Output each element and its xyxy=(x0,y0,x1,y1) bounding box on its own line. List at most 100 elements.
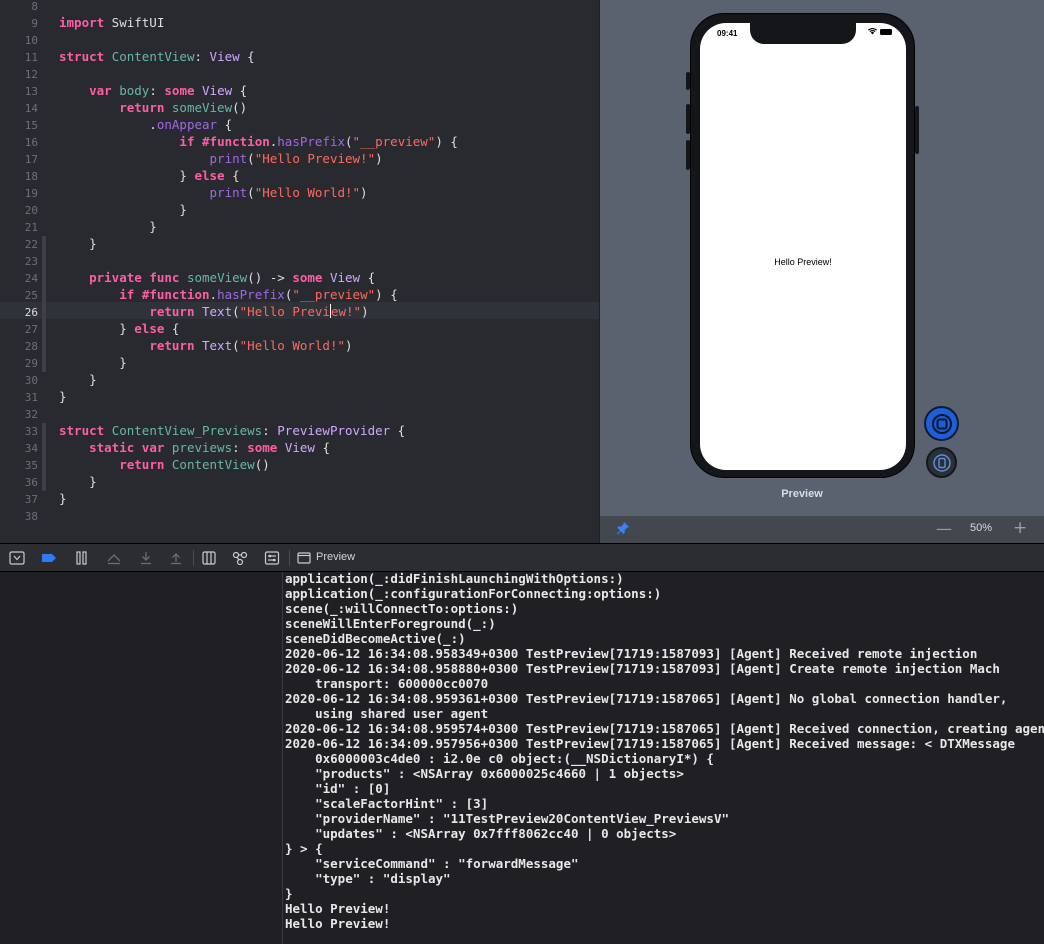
code-token: "Hello Preview!" xyxy=(254,151,376,166)
step-over-icon[interactable] xyxy=(105,549,123,567)
memory-graph-icon[interactable] xyxy=(231,549,249,567)
console-output[interactable]: application(_:didFinishLaunchingWithOpti… xyxy=(284,572,1044,944)
step-out-icon[interactable] xyxy=(167,549,185,567)
line-number: 31 xyxy=(24,391,38,404)
line-number: 25 xyxy=(24,289,38,302)
code-line[interactable]: } xyxy=(59,355,127,372)
device-settings-button[interactable] xyxy=(926,447,957,478)
console-line: } xyxy=(285,886,293,901)
zoom-out-button[interactable]: — xyxy=(936,519,952,538)
console-line: Hello Preview! xyxy=(285,901,391,916)
live-preview-button[interactable] xyxy=(924,406,959,441)
code-token: () -> xyxy=(247,270,293,285)
code-token: } xyxy=(59,219,157,234)
volume-up-button xyxy=(686,104,690,134)
code-line[interactable]: return Text("Hello Preview!") xyxy=(59,304,369,321)
code-line[interactable]: } xyxy=(59,202,187,219)
breakpoints-toggle-icon[interactable] xyxy=(40,549,58,567)
variables-view[interactable] xyxy=(0,572,283,944)
pause-icon[interactable] xyxy=(73,549,91,567)
code-token: ( xyxy=(232,338,240,353)
code-token: Text xyxy=(202,338,233,353)
code-token: "Hello World!" xyxy=(239,338,345,353)
status-bar-time: 09:41 xyxy=(717,29,738,38)
line-number: 24 xyxy=(24,272,38,285)
code-line[interactable]: if #function.hasPrefix("__preview") { xyxy=(59,287,398,304)
code-token: { xyxy=(360,270,376,285)
pin-icon[interactable] xyxy=(616,521,630,538)
code-line[interactable]: } xyxy=(59,236,97,253)
code-line[interactable]: struct ContentView: View { xyxy=(59,49,255,66)
code-line[interactable]: print("Hello Preview!") xyxy=(59,151,383,168)
power-button xyxy=(915,106,919,154)
code-token: previews xyxy=(171,440,233,455)
code-line[interactable]: return Text("Hello World!") xyxy=(59,338,352,355)
zoom-in-button[interactable]: + xyxy=(1013,518,1027,538)
code-token: ( xyxy=(247,185,255,200)
code-line[interactable]: if #function.hasPrefix("__preview") { xyxy=(59,134,458,151)
code-line[interactable]: } xyxy=(59,389,67,406)
preview-label: Preview xyxy=(781,488,823,500)
console-line: 2020-06-12 16:34:08.958880+0300 TestPrev… xyxy=(285,661,1000,676)
code-token: return xyxy=(149,338,195,353)
code-line[interactable]: struct ContentView_Previews: PreviewProv… xyxy=(59,423,405,440)
preview-window-icon[interactable] xyxy=(295,549,313,567)
line-number: 35 xyxy=(24,459,38,472)
code-line[interactable]: } else { xyxy=(59,168,239,185)
preview-tab-label[interactable]: Preview xyxy=(316,551,355,563)
code-token: } xyxy=(59,389,67,404)
code-line[interactable]: } else { xyxy=(59,321,179,338)
code-line[interactable]: static var previews: some View { xyxy=(59,440,330,457)
code-line[interactable]: private func someView() -> some View { xyxy=(59,270,375,287)
code-token: return xyxy=(119,457,165,472)
line-number: 19 xyxy=(24,187,38,200)
line-number: 29 xyxy=(24,357,38,370)
code-token: ( xyxy=(345,134,353,149)
console-line: scene(_:willConnectTo:options:) xyxy=(285,601,519,616)
iphone-device-frame: 09:41 Hello Preview! xyxy=(686,13,919,478)
code-token: ContentView_Previews xyxy=(111,423,263,438)
hide-debug-area-icon[interactable] xyxy=(8,549,26,567)
code-line[interactable]: } xyxy=(59,372,97,389)
view-hierarchy-icon[interactable] xyxy=(200,549,218,567)
environment-overrides-icon[interactable] xyxy=(263,549,281,567)
code-token: } xyxy=(59,236,97,251)
code-line[interactable]: var body: some View { xyxy=(59,83,247,100)
device-screen[interactable]: 09:41 Hello Preview! xyxy=(700,23,906,470)
canvas-bottom-bar: — 50% + xyxy=(600,516,1044,543)
code-line[interactable]: } xyxy=(59,491,67,508)
toolbar-separator xyxy=(193,550,194,566)
code-token: View xyxy=(284,440,315,455)
console-line: 2020-06-12 16:34:08.958349+0300 TestPrev… xyxy=(285,646,978,661)
code-line[interactable]: return someView() xyxy=(59,100,247,117)
code-folding-ribbon[interactable] xyxy=(42,236,46,372)
code-folding-ribbon[interactable] xyxy=(42,423,46,491)
line-number: 21 xyxy=(24,221,38,234)
device-icon xyxy=(932,453,951,472)
code-editor[interactable]: 8 9 10 11 12 13 14 15 16 17 18 19 20 21 22 23 24 25 26 27 28… xyxy=(0,0,599,543)
screen-text: Hello Preview! xyxy=(774,257,832,267)
line-number: 32 xyxy=(24,408,38,421)
code-line[interactable]: } xyxy=(59,474,97,491)
code-line[interactable]: .onAppear { xyxy=(59,117,232,134)
line-number: 22 xyxy=(24,238,38,251)
code-line[interactable]: print("Hello World!") xyxy=(59,185,368,202)
preview-canvas[interactable]: 09:41 Hello Preview! Preview xyxy=(600,0,1044,516)
code-token: onAppear xyxy=(156,117,218,132)
code-line[interactable]: } xyxy=(59,219,157,236)
code-line[interactable]: import SwiftUI xyxy=(59,15,164,32)
code-token: ) xyxy=(361,304,369,319)
code-token: "Hello World!" xyxy=(254,185,361,200)
toolbar-separator xyxy=(289,550,290,566)
step-into-icon[interactable] xyxy=(137,549,155,567)
code-line[interactable]: return ContentView() xyxy=(59,457,270,474)
code-token: some xyxy=(164,83,195,98)
code-token: . xyxy=(209,287,218,302)
